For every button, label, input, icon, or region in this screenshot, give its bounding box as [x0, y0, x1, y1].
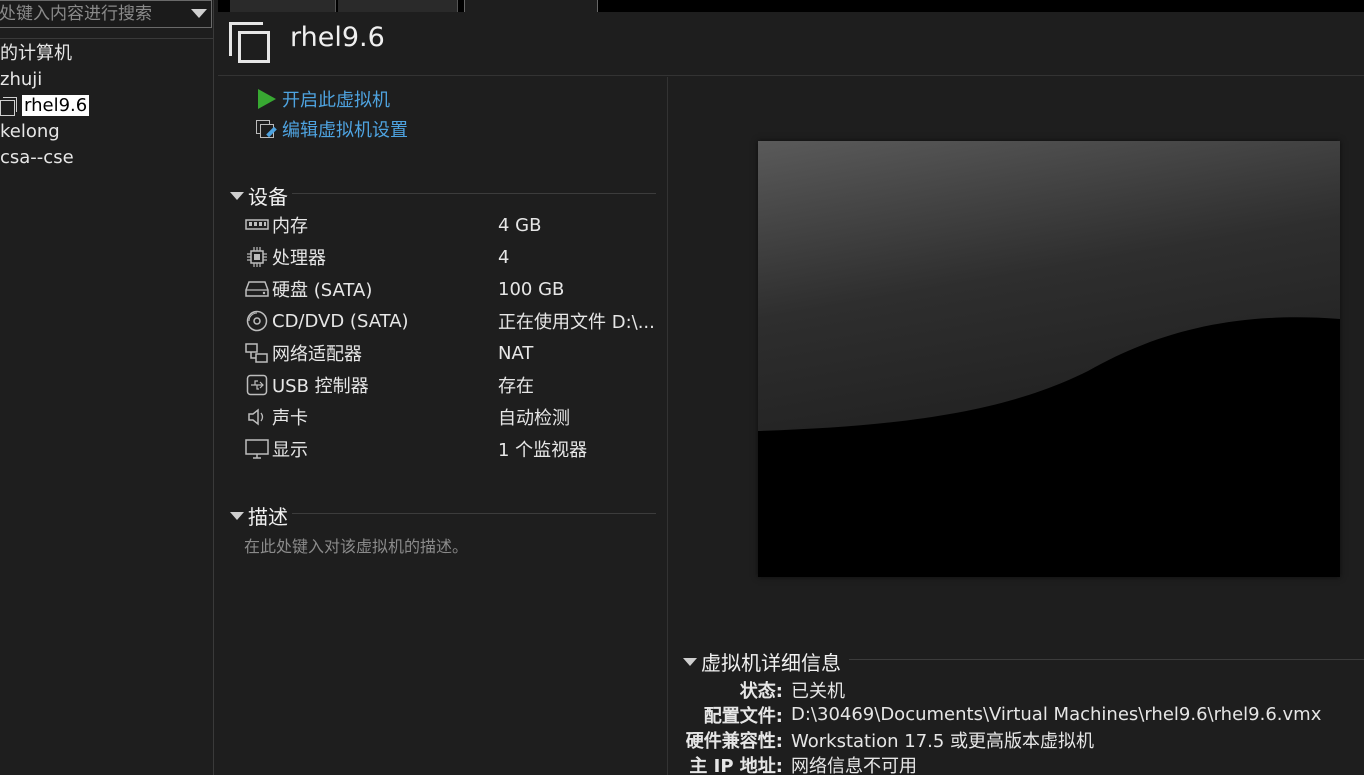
vm-details-divider — [849, 659, 1364, 660]
vm-details-heading: 虚拟机详细信息 — [701, 651, 841, 675]
library-panel: 的计算机 zhuji rhel9.6 kelong csa--cse — [0, 0, 214, 775]
library-search-box[interactable] — [0, 0, 212, 28]
device-row-processor[interactable]: 处理器 4 — [244, 244, 664, 270]
tree-item-label: csa--cse — [0, 147, 74, 168]
detail-value: D:\30469\Documents\Virtual Machines\rhel… — [791, 704, 1322, 725]
device-name: 内存 — [272, 216, 308, 237]
tree-item-csa-cse[interactable]: csa--cse — [0, 146, 74, 170]
detail-key: 配置文件: — [703, 705, 783, 727]
device-name: 显示 — [272, 440, 308, 461]
devices-section-header[interactable]: 设备 — [230, 181, 288, 210]
tree-item-label: rhel9.6 — [22, 95, 90, 116]
description-placeholder[interactable]: 在此处键入对该虚拟机的描述。 — [244, 533, 468, 557]
vm-preview-panel: 虚拟机详细信息 状态: 已关机 配置文件: D:\30469\Documents… — [669, 77, 1364, 775]
detail-row-config-file: 配置文件: D:\30469\Documents\Virtual Machine… — [669, 702, 1322, 727]
edit-vm-settings-link[interactable]: 编辑虚拟机设置 — [256, 117, 408, 141]
tab-rhel9-6[interactable] — [464, 0, 598, 12]
memory-icon — [244, 213, 270, 237]
device-name: 处理器 — [272, 248, 326, 269]
play-icon — [258, 89, 276, 109]
tree-item-rhel9-6[interactable]: rhel9.6 — [0, 94, 90, 118]
tab-vm-other[interactable] — [338, 0, 458, 12]
tab-home[interactable] — [230, 0, 336, 12]
device-value: 自动检测 — [498, 408, 570, 429]
device-row-usb-controller[interactable]: USB 控制器 存在 — [244, 372, 664, 398]
device-value: NAT — [498, 342, 534, 364]
device-row-display[interactable]: 显示 1 个监视器 — [244, 436, 664, 462]
detail-key: 状态: — [739, 680, 783, 702]
vm-title: rhel9.6 — [290, 22, 385, 53]
detail-row-state: 状态: 已关机 — [669, 677, 845, 702]
device-value: 存在 — [498, 376, 534, 397]
device-name: CD/DVD (SATA) — [272, 310, 409, 332]
device-name: 声卡 — [272, 408, 308, 429]
detail-value: 网络信息不可用 — [791, 755, 917, 775]
usb-icon — [244, 373, 270, 397]
hard-disk-icon — [244, 277, 270, 301]
virtual-machine-icon — [0, 96, 18, 116]
library-divider — [0, 38, 214, 39]
detail-value: Workstation 17.5 或更高版本虚拟机 — [791, 730, 1095, 752]
device-value: 正在使用文件 D:\... — [498, 312, 655, 333]
device-value: 4 GB — [498, 214, 542, 236]
tree-item-label: zhuji — [0, 69, 43, 90]
detail-row-primary-ip: 主 IP 地址: 网络信息不可用 — [669, 752, 917, 775]
devices-divider — [292, 193, 656, 194]
cd-dvd-icon — [244, 309, 270, 333]
network-adapter-icon — [244, 341, 270, 365]
tab-strip — [218, 0, 1364, 12]
device-value: 100 GB — [498, 278, 565, 300]
vm-header: rhel9.6 — [218, 12, 1364, 76]
tree-item-label: kelong — [0, 121, 60, 142]
description-heading: 描述 — [248, 505, 288, 529]
virtual-machine-icon — [229, 22, 273, 66]
device-row-hard-disk[interactable]: 硬盘 (SATA) 100 GB — [244, 276, 664, 302]
tree-item-zhuji[interactable]: zhuji — [0, 68, 42, 92]
device-row-sound-card[interactable]: 声卡 自动检测 — [244, 404, 664, 430]
device-name: USB 控制器 — [272, 376, 369, 397]
device-name: 硬盘 (SATA) — [272, 280, 373, 301]
device-row-network-adapter[interactable]: 网络适配器 NAT — [244, 340, 664, 366]
speaker-icon — [244, 405, 270, 429]
description-section-header[interactable]: 描述 — [230, 501, 288, 530]
cpu-icon — [244, 245, 270, 269]
vm-screen-preview[interactable] — [758, 141, 1340, 577]
device-value: 1 个监视器 — [498, 440, 588, 461]
tree-item-my-computer[interactable]: 的计算机 — [0, 42, 72, 66]
collapse-triangle-icon — [230, 191, 244, 200]
vmware-workstation-window: 的计算机 zhuji rhel9.6 kelong csa--cse rhel9… — [0, 0, 1364, 775]
edit-vm-settings-label: 编辑虚拟机设置 — [282, 120, 408, 141]
collapse-triangle-icon — [230, 511, 244, 520]
vm-summary-panel: 开启此虚拟机 编辑虚拟机设置 设备 内存 4 GB 处理器 4 硬盘 (SATA… — [218, 77, 668, 775]
detail-key: 主 IP 地址: — [689, 755, 783, 775]
description-divider — [292, 513, 656, 514]
monitor-icon — [244, 437, 270, 461]
detail-row-hardware-compatibility: 硬件兼容性: Workstation 17.5 或更高版本虚拟机 — [669, 727, 1094, 752]
devices-heading: 设备 — [248, 185, 288, 209]
vm-details-section-header[interactable]: 虚拟机详细信息 — [683, 647, 841, 676]
edit-settings-icon — [256, 118, 278, 140]
collapse-triangle-icon — [683, 657, 697, 666]
device-name: 网络适配器 — [272, 344, 362, 365]
device-value: 4 — [498, 246, 510, 268]
device-row-memory[interactable]: 内存 4 GB — [244, 212, 664, 238]
search-dropdown-arrow-icon[interactable] — [191, 9, 207, 18]
detail-key: 硬件兼容性: — [685, 730, 783, 752]
detail-value: 已关机 — [791, 680, 845, 702]
library-search-input[interactable] — [0, 1, 179, 27]
tree-item-label: 的计算机 — [0, 43, 72, 64]
tree-item-kelong[interactable]: kelong — [0, 120, 60, 144]
device-row-cd-dvd[interactable]: CD/DVD (SATA) 正在使用文件 D:\... — [244, 308, 664, 334]
start-vm-link[interactable]: 开启此虚拟机 — [258, 87, 390, 111]
start-vm-label: 开启此虚拟机 — [282, 90, 390, 111]
